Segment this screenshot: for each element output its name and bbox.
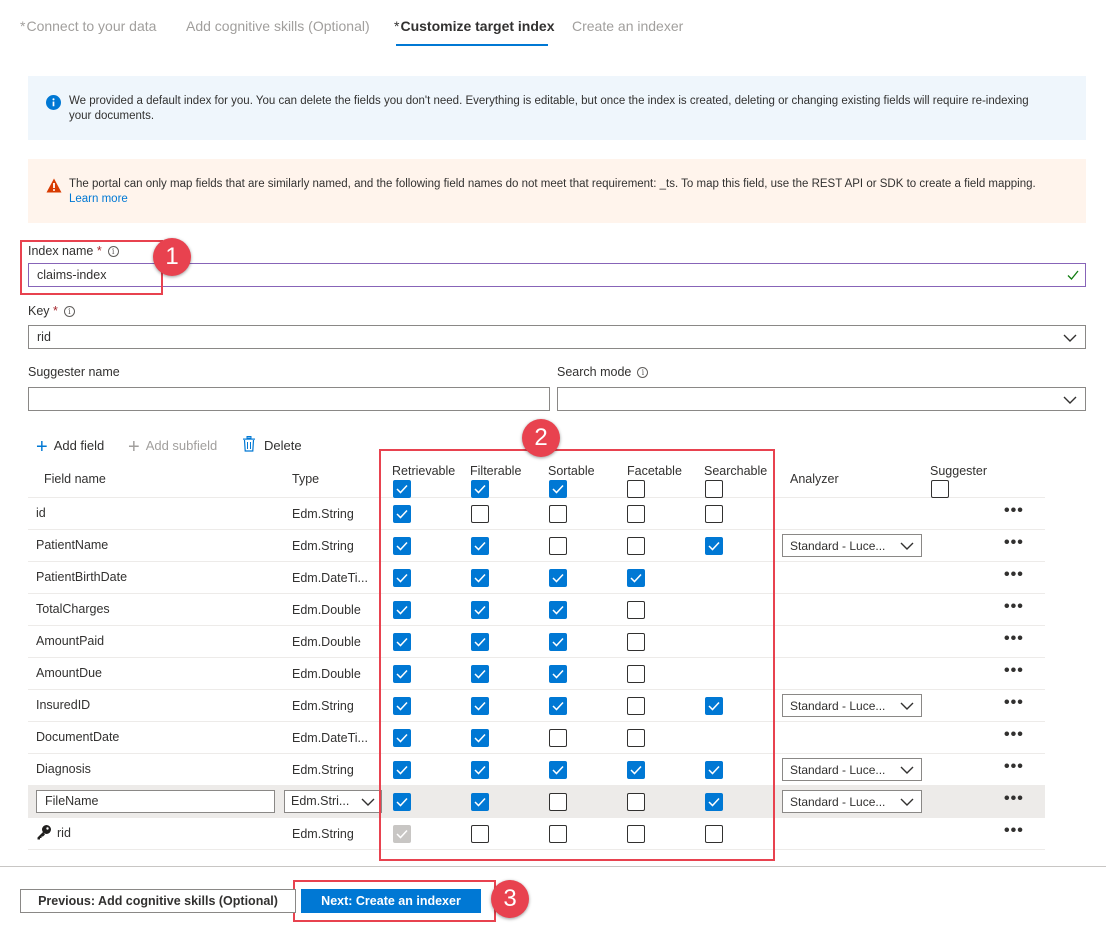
- search-mode-select[interactable]: [557, 387, 1086, 411]
- learn-more-link[interactable]: Learn more: [69, 193, 128, 205]
- field-type-select[interactable]: Edm.Stri...: [284, 790, 382, 813]
- plus-icon: +: [36, 436, 48, 458]
- analyzer-select[interactable]: Standard - Luce...: [782, 694, 922, 717]
- more-options-icon[interactable]: •••: [1004, 630, 1024, 648]
- more-options-icon[interactable]: •••: [1004, 598, 1024, 616]
- more-options-icon[interactable]: •••: [1004, 566, 1024, 584]
- field-name: DocumentDate: [36, 730, 120, 744]
- more-options-icon[interactable]: •••: [1004, 534, 1024, 552]
- chevron-down-icon: [361, 796, 375, 810]
- field-name: Diagnosis: [36, 762, 91, 776]
- plus-icon: +: [128, 436, 140, 458]
- key-icon: [36, 824, 52, 843]
- field-type: Edm.String: [292, 763, 354, 777]
- previous-button[interactable]: Previous: Add cognitive skills (Optional…: [20, 889, 296, 913]
- field-name: TotalCharges: [36, 602, 110, 616]
- chevron-down-icon: [900, 796, 914, 810]
- field-type: Edm.Double: [292, 667, 361, 681]
- field-name: id: [36, 506, 46, 520]
- field-name: PatientBirthDate: [36, 570, 128, 584]
- tab-create-indexer[interactable]: Create an indexer: [572, 18, 683, 46]
- field-name: AmountPaid: [36, 634, 105, 648]
- header-checkbox-suggester[interactable]: [931, 480, 949, 498]
- column-header-suggester: Suggester: [930, 464, 987, 478]
- field-type: Edm.String: [292, 827, 354, 841]
- warning-banner-text: The portal can only map fields that are …: [69, 178, 1036, 205]
- footer-divider: [0, 866, 1106, 867]
- field-type: Edm.DateTi...: [292, 571, 368, 585]
- tab-connect-data[interactable]: *Connect to your data: [20, 18, 156, 46]
- chevron-down-icon: [900, 540, 914, 554]
- chevron-down-icon: [1063, 394, 1077, 408]
- field-type: Edm.Double: [292, 603, 361, 617]
- field-type: Edm.DateTi...: [292, 731, 368, 745]
- chevron-down-icon: [900, 700, 914, 714]
- more-options-icon[interactable]: •••: [1004, 662, 1024, 680]
- annotation-box-1: [20, 240, 163, 295]
- search-mode-label: Search mode i: [557, 365, 649, 379]
- warning-banner: The portal can only map fields that are …: [28, 159, 1086, 223]
- field-name: PatientName: [36, 538, 109, 552]
- field-type: Edm.String: [292, 507, 354, 521]
- suggester-name-input[interactable]: [28, 387, 550, 411]
- analyzer-select[interactable]: Standard - Luce...: [782, 790, 922, 813]
- annotation-badge-3: 3: [491, 880, 529, 918]
- info-banner-text: We provided a default index for you. You…: [69, 95, 1029, 122]
- field-name: AmountDue: [36, 666, 103, 680]
- trash-icon: [242, 436, 256, 455]
- add-subfield-button[interactable]: + Add subfield: [128, 436, 217, 459]
- info-icon: [46, 95, 61, 115]
- tab-add-cognitive-skills[interactable]: Add cognitive skills (Optional): [186, 18, 370, 46]
- analyzer-select[interactable]: Standard - Luce...: [782, 534, 922, 557]
- suggester-name-label: Suggester name: [28, 365, 120, 379]
- analyzer-select[interactable]: Standard - Luce...: [782, 758, 922, 781]
- delete-button[interactable]: Delete: [242, 436, 302, 455]
- info-icon[interactable]: i: [637, 367, 649, 379]
- more-options-icon[interactable]: •••: [1004, 822, 1024, 840]
- more-options-icon[interactable]: •••: [1004, 502, 1024, 520]
- info-icon[interactable]: i: [63, 306, 75, 318]
- chevron-down-icon: [900, 764, 914, 778]
- field-type: Edm.String: [292, 699, 354, 713]
- more-options-icon[interactable]: •••: [1004, 694, 1024, 712]
- field-type: Edm.String: [292, 539, 354, 553]
- info-banner: We provided a default index for you. You…: [28, 76, 1086, 140]
- chevron-down-icon: [1063, 332, 1077, 346]
- tab-customize-target-index[interactable]: *Customize target index: [394, 18, 554, 46]
- field-type: Edm.Double: [292, 635, 361, 649]
- field-name: InsuredID: [36, 698, 91, 712]
- more-options-icon[interactable]: •••: [1004, 726, 1024, 744]
- field-name: rid: [57, 826, 71, 840]
- more-options-icon[interactable]: •••: [1004, 758, 1024, 776]
- key-select[interactable]: rid: [28, 325, 1086, 349]
- add-field-button[interactable]: + Add field: [36, 436, 104, 459]
- field-name-input[interactable]: FileName: [36, 790, 275, 813]
- annotation-badge-1: 1: [153, 238, 191, 276]
- more-options-icon[interactable]: •••: [1004, 790, 1024, 808]
- warning-icon: [46, 178, 62, 198]
- next-button[interactable]: Next: Create an indexer: [301, 889, 481, 913]
- key-label: Key * i: [28, 304, 75, 318]
- column-header-analyzer: Analyzer: [790, 472, 839, 486]
- annotation-box-2: [379, 449, 775, 861]
- annotation-badge-2: 2: [522, 419, 560, 457]
- column-header-field-name: Field name: [44, 472, 106, 486]
- checkmark-icon: [1067, 268, 1079, 284]
- column-header-type: Type: [292, 472, 320, 486]
- active-tab-indicator: [396, 44, 548, 46]
